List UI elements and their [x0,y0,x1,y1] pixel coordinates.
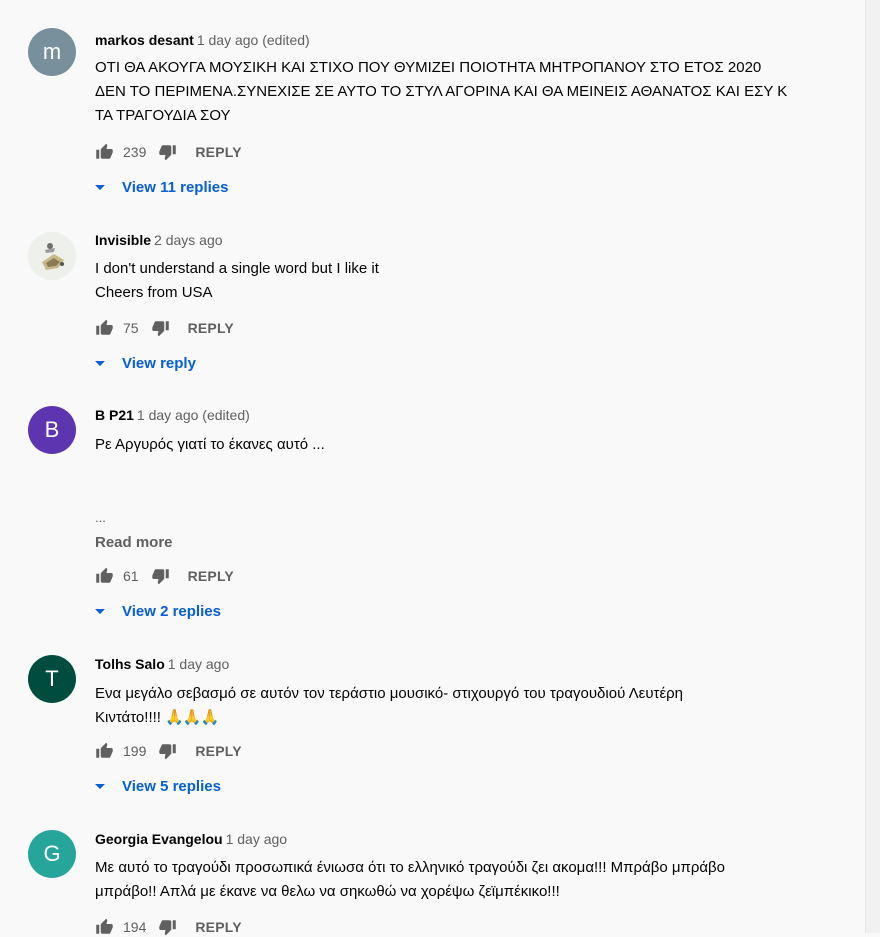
comment-line: I don't understand a single word but I l… [95,260,379,277]
avatar-letter: B [44,417,60,442]
reply-button[interactable]: REPLY [195,743,241,759]
avatar-image [28,232,76,280]
caret-down-icon [95,184,105,190]
view-replies-label: View 2 replies [122,602,221,620]
comment-line: ΤΑ ΤΡΑΓΟΥΔΙΑ ΣΟΥ [95,107,231,124]
avatar-letter: m [42,39,62,64]
caret-down-icon [95,783,105,789]
avatar[interactable]: m [28,28,76,76]
thumb-down-icon [159,145,177,161]
thumb-down-icon [159,920,177,936]
view-replies-label: View reply [122,354,196,372]
thumb-down-icon [151,569,169,585]
comment-header: Georgia Evangelou 1 day ago [95,831,287,847]
reply-button[interactable]: REPLY [188,568,234,584]
comment-line: Ρε Αργυρός γιατί το έκανες αυτό ... [95,436,325,453]
comment-actions: 194 REPLY [95,917,242,937]
thumb-up-icon [96,319,113,335]
view-replies-button[interactable]: View 11 replies [95,176,228,198]
like-count: 239 [123,144,147,160]
author-name[interactable]: Tolhs Salo [95,656,165,672]
thumb-up-icon [96,742,113,758]
avatar-letter: G [43,841,61,866]
dislike-button[interactable] [151,319,170,337]
view-replies-button[interactable]: View 5 replies [95,775,221,797]
comment-header: markos desant 1 day ago (edited) [95,32,310,48]
comment-text: I don't understand a single word but I l… [95,257,845,305]
comment-time[interactable]: 1 day ago [226,831,288,847]
comment-line: Cheers from USA [95,284,213,301]
author-name[interactable]: B P21 [95,407,134,423]
comment-text: Ρε Αργυρός γιατί το έκανες αυτό ... [95,433,845,457]
comment-line-text: Κιντάτο!!!! [95,709,166,726]
avatar-letter: T [45,666,59,691]
like-count: 199 [123,743,147,759]
like-button[interactable] [95,567,114,585]
like-button[interactable] [95,143,114,161]
view-replies-button[interactable]: View 2 replies [95,600,221,622]
comment-line: Ενα μεγάλο σεβασμό σε αυτόν τον τεράστιο… [95,685,684,702]
view-replies-label: View 5 replies [122,777,221,795]
avatar[interactable]: B [28,406,76,454]
like-button[interactable] [95,742,114,760]
like-count: 75 [123,320,139,336]
like-button[interactable] [95,918,114,936]
comment-time[interactable]: 1 day ago (edited) [197,32,310,48]
caret-down-icon [95,360,105,366]
author-name[interactable]: markos desant [95,32,194,48]
reply-button[interactable]: REPLY [195,144,241,160]
comment-actions: 61 REPLY [95,566,234,586]
comment-header: Tolhs Salo 1 day ago [95,656,229,672]
author-name[interactable]: Invisible [95,232,151,248]
comment-actions: 199 REPLY [95,741,242,761]
truncation-ellipsis: ... [95,510,106,525]
comment-actions: 239 REPLY [95,142,242,162]
thumb-up-icon [96,143,113,159]
like-count: 61 [123,568,139,584]
view-replies-label: View 11 replies [122,178,229,196]
like-button[interactable] [95,319,114,337]
thumb-up-icon [96,918,113,934]
comment-header: B P21 1 day ago (edited) [95,407,250,423]
comment-text: Με αυτό το τραγούδι προσωπικά ένιωσα ότι… [95,856,845,904]
dislike-button[interactable] [151,567,170,585]
thumb-up-icon [96,567,113,583]
scrollbar-track[interactable] [865,0,880,933]
comment-time[interactable]: 1 day ago (edited) [137,407,250,423]
view-replies-button[interactable]: View reply [95,352,196,374]
thumb-down-icon [159,744,177,760]
comment-line: Κιντάτο!!!! 🙏🙏🙏 [95,706,845,730]
avatar[interactable]: G [28,830,76,878]
comment-line: ΟΤΙ ΘΑ ΑΚΟΥΓΑ ΜΟΥΣΙΚΗ ΚΑΙ ΣΤΙΧΟ ΠΟΥ ΘΥΜΙ… [95,59,762,76]
thumb-down-icon [151,321,169,337]
dislike-button[interactable] [158,143,177,161]
comment-time[interactable]: 1 day ago [168,656,230,672]
praying-hands-emoji: 🙏🙏🙏 [165,709,219,726]
comment-actions: 75 REPLY [95,318,234,338]
dislike-button[interactable] [158,742,177,760]
caret-down-icon [95,608,105,614]
comment-text: ΟΤΙ ΘΑ ΑΚΟΥΓΑ ΜΟΥΣΙΚΗ ΚΑΙ ΣΤΙΧΟ ΠΟΥ ΘΥΜΙ… [95,56,845,128]
comment-line: Με αυτό το τραγούδι προσωπικά ένιωσα ότι… [95,859,726,876]
comment-time[interactable]: 2 days ago [154,232,223,248]
comment-text: Ενα μεγάλο σεβασμό σε αυτόν τον τεράστιο… [95,682,845,730]
comment-line: ΔΕΝ ΤΟ ΠΕΡΙΜΕΝΑ.ΣΥΝΕΧΙΣΕ ΣΕ ΑΥΤΟ ΤΟ ΣΤΥΛ… [95,83,788,100]
reply-button[interactable]: REPLY [188,320,234,336]
dislike-button[interactable] [158,918,177,936]
comment-header: Invisible 2 days ago [95,232,223,248]
avatar[interactable] [28,232,76,280]
author-name[interactable]: Georgia Evangelou [95,831,223,847]
read-more-button[interactable]: Read more [95,534,173,551]
comment-line: μπράβο!! Απλά με έκανε να θελω να σηκωθώ… [95,883,560,900]
avatar[interactable]: T [28,655,76,703]
